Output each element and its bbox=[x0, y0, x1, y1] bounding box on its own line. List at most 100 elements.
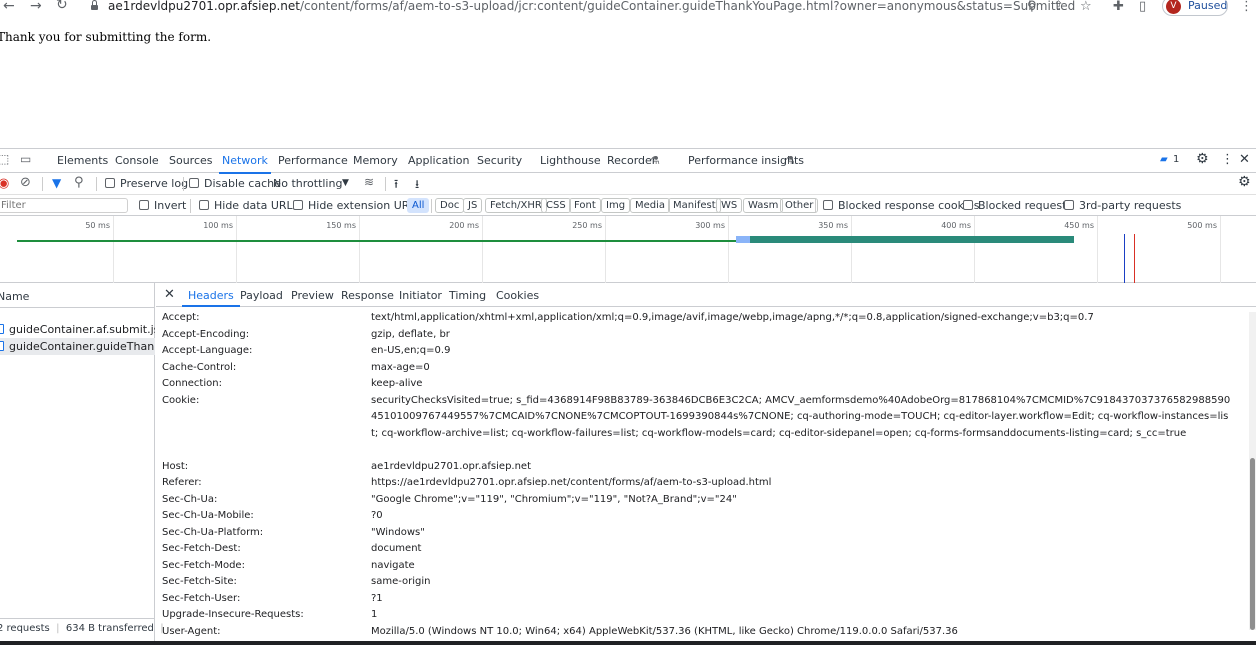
type-filter-js[interactable]: JS bbox=[463, 198, 483, 213]
tab-application[interactable]: Application bbox=[408, 154, 469, 167]
header-name: Sec-Fetch-Mode: bbox=[162, 559, 245, 571]
tab-initiator[interactable]: Initiator bbox=[399, 289, 442, 302]
flask-icon: ⚗ bbox=[785, 154, 795, 167]
tab-recorder[interactable]: Recorder bbox=[607, 154, 656, 167]
header-value: keep-alive bbox=[371, 378, 423, 389]
reload-icon[interactable]: ↻ bbox=[56, 0, 68, 13]
share-icon[interactable]: ⇪ bbox=[1053, 0, 1064, 14]
hide-data-urls-checkbox[interactable]: Hide data URLs bbox=[199, 199, 298, 212]
tab-cookies[interactable]: Cookies bbox=[496, 289, 539, 302]
divider bbox=[190, 199, 191, 213]
type-filter-fetch-xhr[interactable]: Fetch/XHR bbox=[485, 198, 547, 213]
header-value: en-US,en;q=0.9 bbox=[371, 345, 451, 356]
type-filter-other[interactable]: Other bbox=[780, 198, 819, 213]
filter-icon[interactable]: ▼ bbox=[52, 176, 61, 190]
timeline-gridline bbox=[1220, 216, 1221, 283]
header-value: 1 bbox=[371, 609, 378, 620]
request-row[interactable]: guideContainer.guideThankYouPage.html bbox=[0, 338, 155, 355]
header-name: Upgrade-Insecure-Requests: bbox=[162, 609, 304, 620]
divider bbox=[0, 307, 155, 308]
disable-cache-checkbox[interactable]: Disable cache bbox=[189, 177, 281, 190]
header-name: Accept-Encoding: bbox=[162, 328, 250, 340]
tab-headers[interactable]: Headers bbox=[182, 289, 240, 307]
star-icon[interactable]: ☆ bbox=[1080, 0, 1092, 14]
search-icon[interactable]: ⚲ bbox=[74, 175, 84, 190]
type-filter-media[interactable]: Media bbox=[630, 198, 671, 213]
tab-security[interactable]: Security bbox=[477, 154, 522, 167]
tab-elements[interactable]: Elements bbox=[57, 154, 108, 167]
url-path: /content/forms/af/aem-to-s3-upload/jcr:c… bbox=[300, 0, 1076, 13]
more-icon[interactable]: ⋮ bbox=[1221, 152, 1234, 167]
back-icon[interactable]: ← bbox=[3, 0, 15, 14]
import-har-icon[interactable]: ⭱ bbox=[394, 175, 398, 196]
header-name: Sec-Ch-Ua-Mobile: bbox=[162, 510, 254, 521]
tab-performance[interactable]: Performance bbox=[278, 154, 348, 167]
filter-input[interactable] bbox=[0, 198, 128, 213]
blocked-response-cookies-checkbox[interactable]: Blocked response cookies bbox=[823, 199, 980, 212]
divider bbox=[431, 199, 432, 213]
timeline-tick-label: 450 ms bbox=[1064, 221, 1094, 230]
preserve-log-checkbox[interactable]: Preserve log bbox=[105, 177, 188, 190]
divider bbox=[0, 618, 155, 619]
request-row[interactable]: guideContainer.af.submit.jsp bbox=[0, 321, 155, 338]
tab-sources[interactable]: Sources bbox=[169, 154, 213, 167]
tab-memory[interactable]: Memory bbox=[353, 154, 398, 167]
profile-button[interactable]: V Paused bbox=[1162, 0, 1228, 16]
tab-timing[interactable]: Timing bbox=[449, 289, 486, 302]
issues-icon[interactable]: ▰ bbox=[1160, 154, 1168, 165]
timeline-gridline bbox=[974, 216, 975, 283]
record-icon[interactable]: ◉ bbox=[0, 176, 9, 191]
type-filter-all[interactable]: All bbox=[407, 198, 430, 213]
search-icon[interactable]: ⚲ bbox=[1027, 0, 1037, 14]
inspect-icon[interactable]: ⬚ bbox=[0, 152, 9, 166]
tab-network[interactable]: Network bbox=[219, 154, 271, 174]
lock-icon[interactable] bbox=[90, 0, 99, 11]
tab-console[interactable]: Console bbox=[115, 154, 159, 167]
document-icon bbox=[0, 324, 4, 334]
device-toggle-icon[interactable]: ▭ bbox=[20, 152, 31, 166]
network-overview-timeline[interactable]: 50 ms 100 ms 150 ms 200 ms 250 ms 300 ms 350 m… bbox=[0, 216, 1256, 283]
type-filter-wasm[interactable]: Wasm bbox=[743, 198, 784, 213]
tab-preview[interactable]: Preview bbox=[291, 289, 334, 302]
export-har-icon[interactable]: ⭳ bbox=[415, 175, 419, 196]
clear-icon[interactable]: ⊘ bbox=[20, 175, 31, 190]
side-panel-icon[interactable]: ▯ bbox=[1139, 0, 1146, 14]
type-filter-doc[interactable]: Doc bbox=[435, 198, 465, 213]
close-icon[interactable]: ✕ bbox=[164, 287, 175, 302]
header-value: ?1 bbox=[371, 592, 383, 604]
tab-response[interactable]: Response bbox=[341, 289, 394, 302]
settings-icon[interactable]: ⚙ bbox=[1196, 151, 1209, 167]
forward-icon[interactable]: → bbox=[30, 0, 42, 14]
type-filter-manifest[interactable]: Manifest bbox=[668, 198, 721, 213]
scrollbar-thumb[interactable] bbox=[1250, 458, 1255, 630]
network-conditions-icon[interactable]: ≋ bbox=[364, 175, 374, 189]
tab-lighthouse[interactable]: Lighthouse bbox=[540, 154, 601, 167]
dom-content-loaded-marker bbox=[1124, 234, 1125, 283]
header-name: Referer: bbox=[162, 477, 202, 488]
network-settings-icon[interactable]: ⚙ bbox=[1238, 174, 1251, 190]
throttling-select[interactable]: No throttling bbox=[273, 177, 342, 190]
menu-icon[interactable]: ⋮ bbox=[1240, 0, 1253, 14]
tab-payload[interactable]: Payload bbox=[240, 289, 283, 302]
dropdown-arrow-icon[interactable]: ▼ bbox=[342, 178, 349, 188]
hide-extension-urls-checkbox[interactable]: Hide extension URLs bbox=[293, 199, 421, 212]
request-count: 2 requests bbox=[0, 623, 50, 634]
header-value: same-origin bbox=[371, 576, 431, 587]
header-name: Cookie: bbox=[162, 394, 200, 406]
type-filter-css[interactable]: CSS bbox=[541, 198, 571, 213]
type-filter-ws[interactable]: WS bbox=[716, 198, 743, 213]
third-party-requests-checkbox[interactable]: 3rd-party requests bbox=[1064, 199, 1181, 212]
address-bar[interactable]: ae1rdevldpu2701.opr.afsiep.net/content/f… bbox=[108, 0, 1075, 13]
header-value: "Google Chrome";v="119", "Chromium";v="1… bbox=[371, 493, 737, 505]
type-filter-img[interactable]: Img bbox=[601, 198, 631, 213]
timeline-gridline bbox=[482, 216, 483, 283]
invert-checkbox[interactable]: Invert bbox=[139, 199, 186, 212]
extensions-icon[interactable]: ✚ bbox=[1113, 0, 1124, 14]
close-devtools-icon[interactable]: ✕ bbox=[1239, 152, 1250, 167]
blocked-requests-checkbox[interactable]: Blocked requests bbox=[963, 199, 1072, 212]
browser-toolbar: ← → ↻ ae1rdevldpu2701.opr.afsiep.net/con… bbox=[0, 0, 1256, 16]
name-column-header[interactable]: Name bbox=[0, 290, 29, 303]
type-filter-font[interactable]: Font bbox=[569, 198, 601, 213]
load-event-marker bbox=[1134, 234, 1135, 283]
third-party-requests-label: 3rd-party requests bbox=[1079, 199, 1182, 212]
